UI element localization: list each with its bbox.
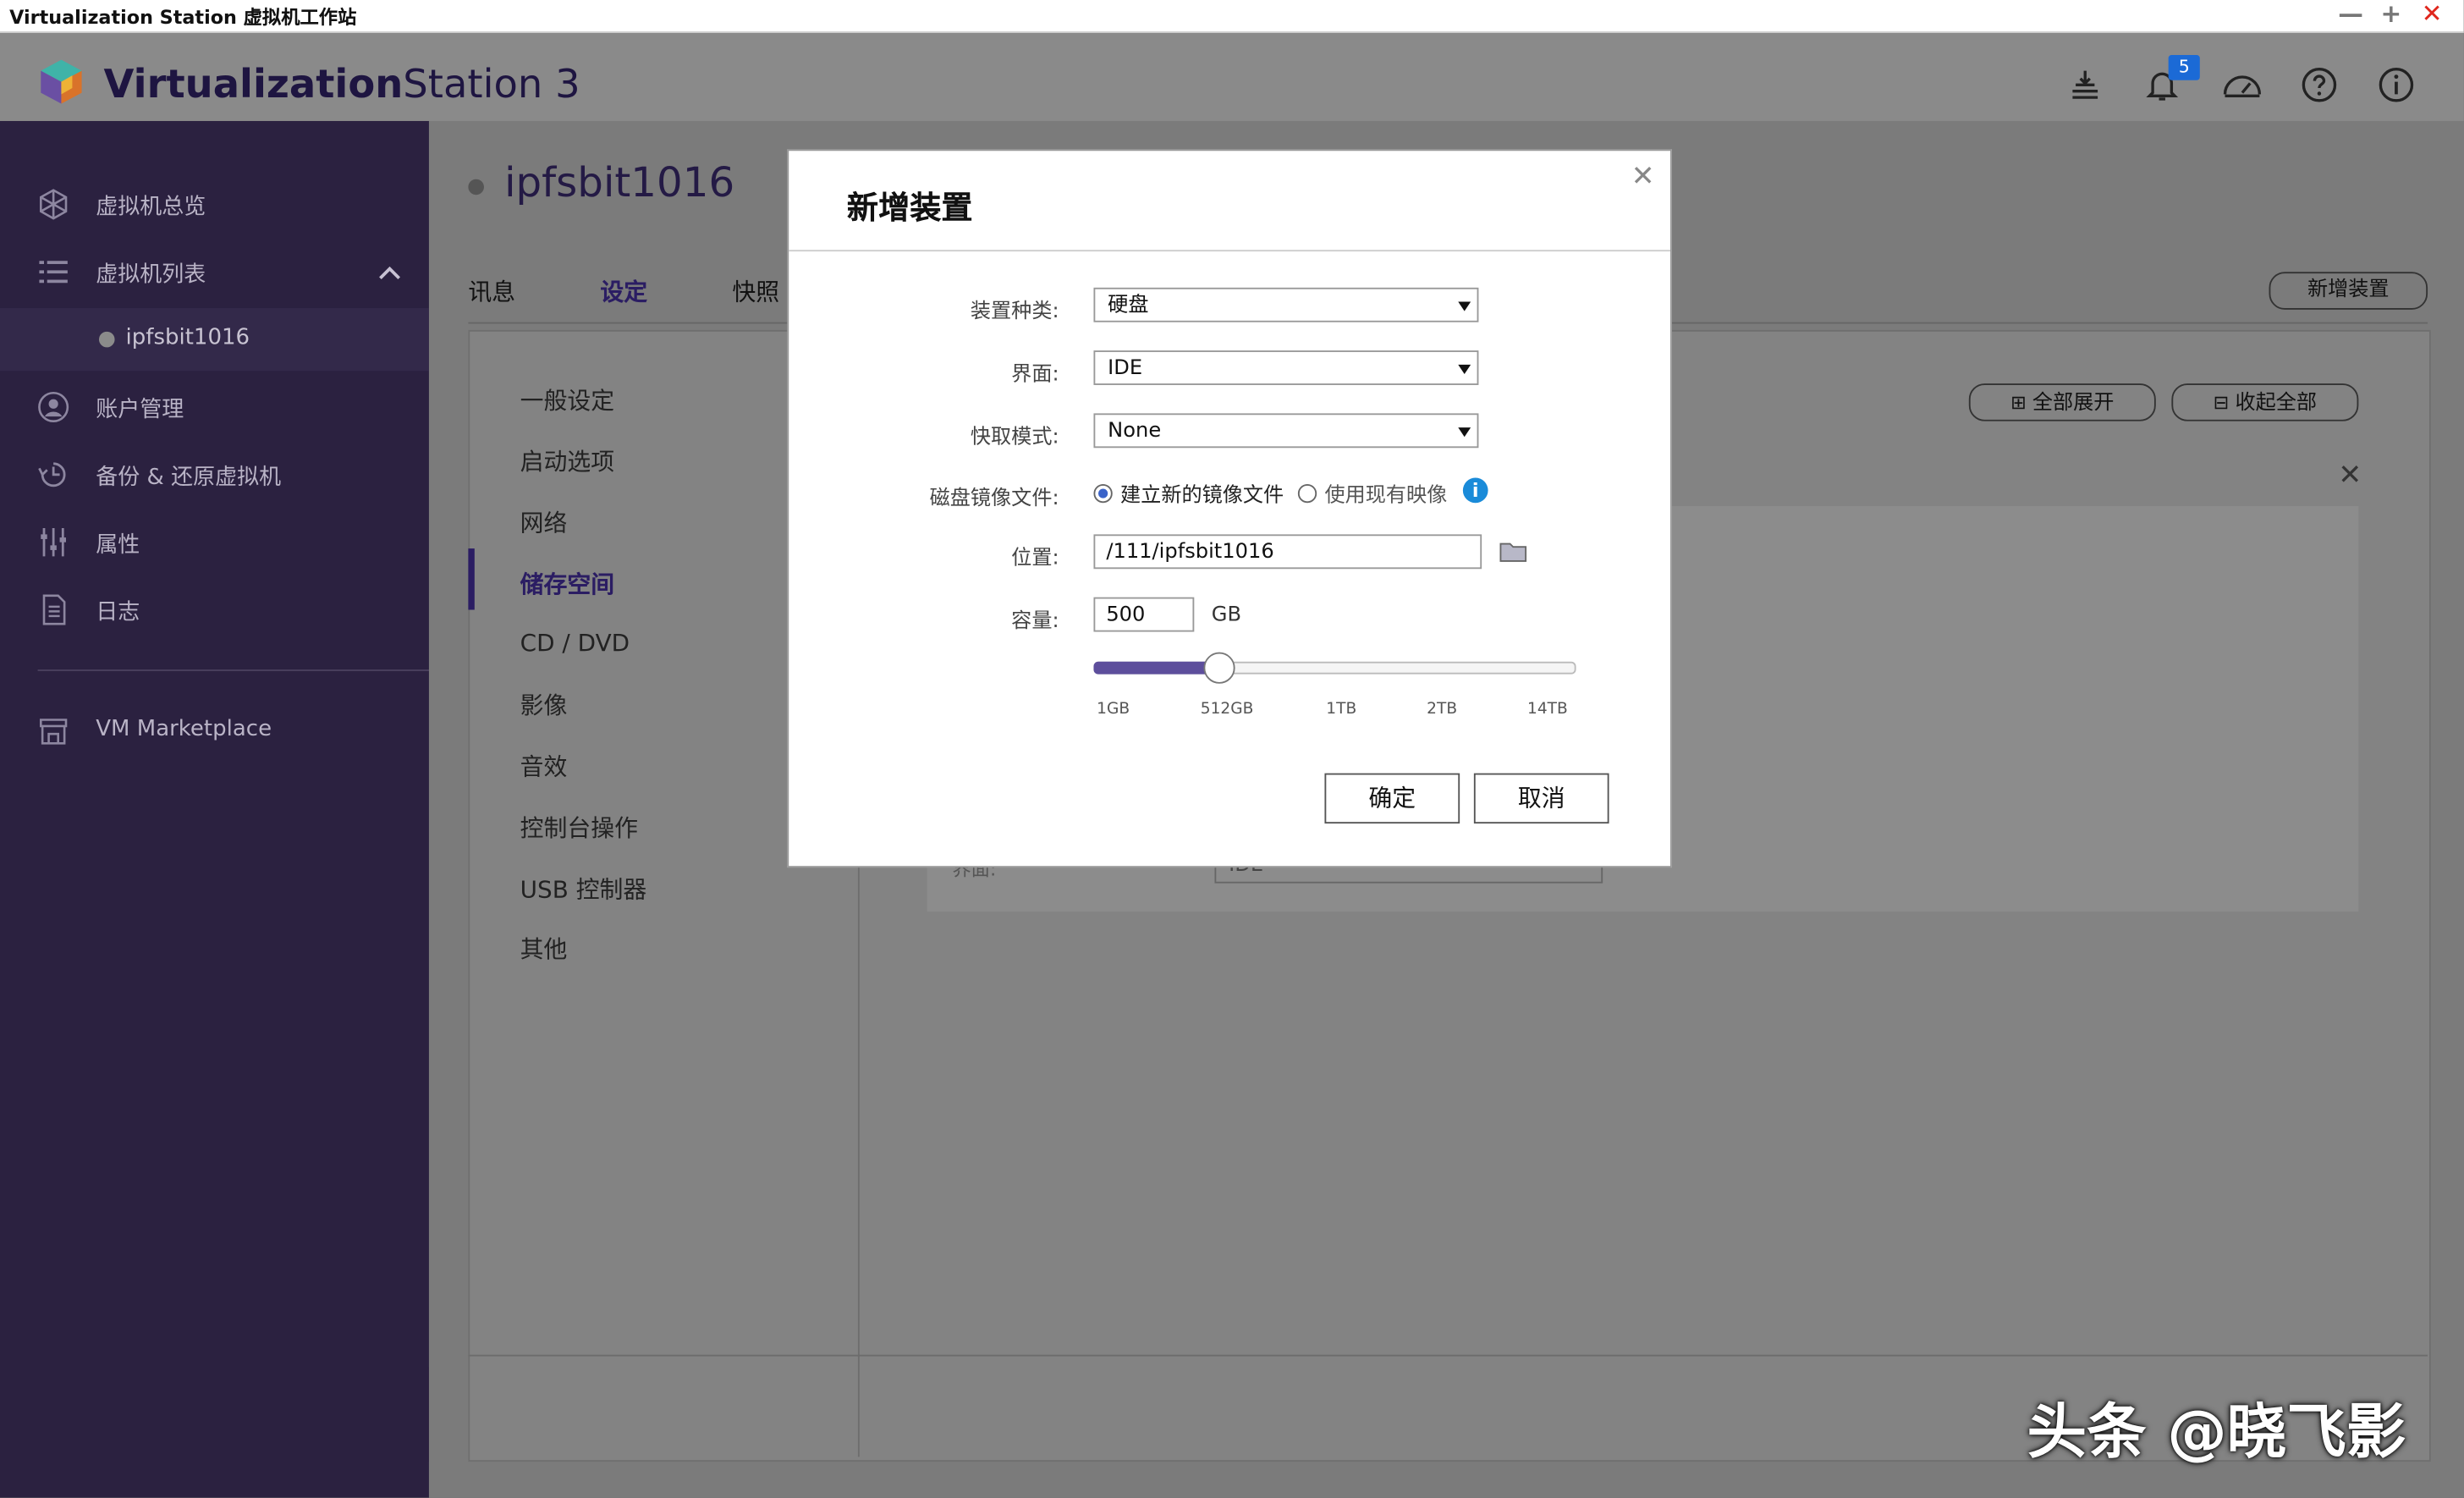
capacity-slider-fill	[1093, 661, 1218, 675]
device-type-select[interactable]: 硬盘	[1093, 287, 1479, 322]
marketplace-icon	[39, 719, 68, 745]
nav-network[interactable]: 网络	[520, 506, 568, 539]
overview-icon	[39, 189, 68, 220]
sidebar-item-vm-list[interactable]: 虚拟机列表	[0, 240, 429, 303]
tab-settings[interactable]: 设定	[600, 275, 647, 308]
dropdown-arrow-icon	[1458, 364, 1471, 374]
sidebar: 虚拟机总览 虚拟机列表 ipfsbit1016 账户管理 备份 & 还原虚拟机 …	[0, 120, 431, 1498]
nav-console[interactable]: 控制台操作	[520, 811, 638, 844]
tab-info[interactable]: 讯息	[468, 275, 515, 308]
log-icon	[42, 594, 66, 625]
info-icon[interactable]	[2378, 66, 2416, 104]
capacity-label: 容量:	[1011, 609, 1059, 634]
app-header: VirtualizationStation 3 5	[0, 32, 2464, 121]
sidebar-item-logs[interactable]: 日志	[0, 578, 429, 641]
nav-video[interactable]: 影像	[520, 688, 568, 721]
collapse-all-button[interactable]: ⊟ 收起全部	[2171, 383, 2359, 421]
slider-tick-1tb: 1TB	[1326, 701, 1357, 719]
add-device-dialog: 新增装置 ✕ 装置种类: 硬盘 界面: IDE 快取模式: None 磁盘镜像文…	[787, 149, 1672, 868]
nav-usb[interactable]: USB 控制器	[520, 873, 647, 906]
task-stack-icon[interactable]	[2066, 66, 2104, 104]
close-window-button[interactable]: ✕	[2422, 0, 2443, 28]
sidebar-item-accounts[interactable]: 账户管理	[0, 376, 429, 438]
capacity-unit: GB	[1211, 603, 1242, 627]
nav-other[interactable]: 其他	[520, 932, 568, 965]
window-title: Virtualization Station 虚拟机工作站	[9, 6, 357, 29]
cache-mode-select[interactable]: None	[1093, 413, 1479, 449]
minimize-button[interactable]: —	[2338, 0, 2363, 28]
help-icon[interactable]	[2301, 66, 2339, 104]
minus-square-icon: ⊟	[2213, 391, 2236, 414]
properties-icon	[41, 527, 66, 557]
radio-unchecked-icon	[1297, 483, 1317, 504]
dropdown-arrow-icon	[1458, 301, 1471, 311]
radio-checked-icon	[1093, 483, 1113, 504]
interface-select[interactable]: IDE	[1093, 350, 1479, 385]
nav-general[interactable]: 一般设定	[520, 383, 614, 416]
nav-cd-dvd[interactable]: CD / DVD	[520, 629, 630, 657]
radio-existing-image[interactable]: 使用现有映像	[1297, 478, 1447, 508]
account-icon	[38, 391, 69, 422]
plus-square-icon: ⊞	[2010, 391, 2032, 414]
slider-tick-1gb: 1GB	[1097, 701, 1130, 719]
cancel-button[interactable]: 取消	[1473, 773, 1609, 824]
dialog-title-separator	[789, 250, 1670, 252]
sidebar-item-vm-ipfsbit1016[interactable]: ipfsbit1016	[0, 307, 429, 372]
interface-label: 界面:	[1011, 362, 1059, 387]
capacity-input[interactable]: 500	[1093, 597, 1195, 632]
list-icon	[39, 261, 68, 284]
maximize-button[interactable]: +	[2380, 0, 2401, 28]
slider-tick-2tb: 2TB	[1427, 701, 1458, 719]
app-brand: VirtualizationStation 3	[103, 61, 580, 107]
panel-footer-line	[468, 1354, 2428, 1357]
sidebar-item-overview[interactable]: 虚拟机总览	[0, 173, 429, 235]
radio-new-image[interactable]: 建立新的镜像文件	[1093, 478, 1284, 508]
backup-icon	[38, 462, 66, 487]
chevron-up-icon[interactable]	[377, 262, 403, 281]
dropdown-arrow-icon	[1458, 427, 1471, 438]
expand-all-button[interactable]: ⊞ 全部展开	[1968, 383, 2156, 421]
left-nav-active-bar	[468, 548, 475, 610]
disk-image-label: 磁盘镜像文件:	[929, 487, 1059, 511]
tab-snapshot[interactable]: 快照	[732, 275, 779, 308]
folder-icon[interactable]	[1499, 541, 1527, 563]
slider-tick-512gb: 512GB	[1200, 701, 1254, 719]
app-logo-icon	[41, 59, 82, 104]
nav-audio[interactable]: 音效	[520, 750, 568, 783]
sidebar-item-marketplace[interactable]: VM Marketplace	[0, 699, 429, 762]
cache-mode-label: 快取模式:	[970, 426, 1059, 450]
location-input[interactable]: /111/ipfsbit1016	[1093, 534, 1482, 570]
sidebar-divider	[37, 669, 431, 671]
ok-button[interactable]: 确定	[1324, 773, 1460, 824]
nav-boot[interactable]: 启动选项	[520, 445, 614, 478]
sidebar-item-properties[interactable]: 属性	[0, 511, 429, 574]
speedometer-icon[interactable]	[2220, 66, 2264, 104]
close-storage-item-icon[interactable]: ✕	[2338, 459, 2362, 492]
device-type-label: 装置种类:	[970, 300, 1059, 324]
watermark: 头条 @晓飞影	[2027, 1396, 2406, 1467]
notification-badge: 5	[2168, 54, 2200, 80]
window-title-bar: Virtualization Station 虚拟机工作站 — + ✕	[0, 0, 2464, 33]
vm-name-heading: ipfsbit1016	[504, 160, 735, 208]
sidebar-item-backup[interactable]: 备份 & 还原虚拟机	[0, 443, 429, 506]
dialog-close-icon[interactable]: ✕	[1631, 160, 1655, 193]
vm-status-dot-large	[468, 179, 484, 196]
capacity-slider-thumb[interactable]	[1204, 652, 1236, 684]
dialog-title: 新增装置	[846, 188, 973, 227]
location-label: 位置:	[1011, 547, 1059, 571]
nav-storage[interactable]: 储存空间	[520, 567, 614, 600]
info-tooltip-icon[interactable]: i	[1462, 477, 1488, 504]
slider-tick-14tb: 14TB	[1527, 701, 1568, 719]
add-device-button[interactable]: 新增装置	[2269, 272, 2428, 310]
vm-status-dot	[98, 331, 115, 348]
